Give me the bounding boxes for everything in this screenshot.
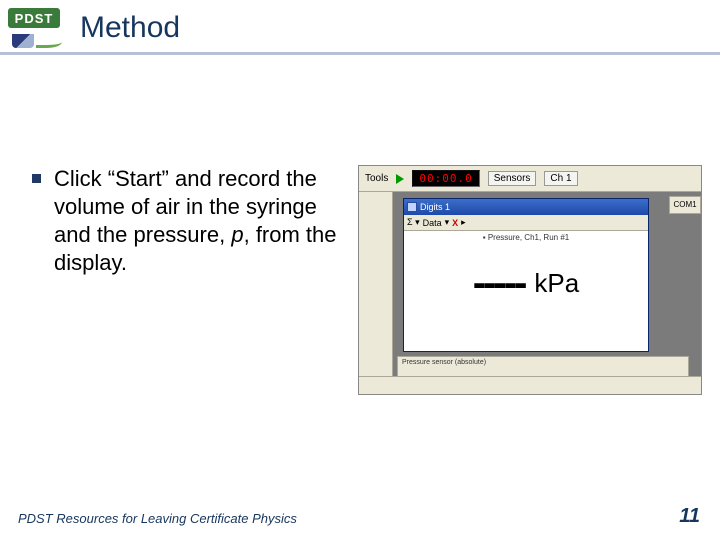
- digits-window: Digits 1 Σ ▾ Data ▾ X ▸ ▪ Pressure, Ch1,…: [403, 198, 649, 352]
- book-icon: [12, 34, 34, 48]
- window-icon: [407, 202, 417, 212]
- app-workspace: COM1 Digits 1 Σ ▾ Data ▾ X ▸ ▪ Pressure,…: [359, 192, 701, 376]
- page-number: 11: [679, 505, 700, 528]
- slide-title: Method: [80, 11, 180, 45]
- slide-header: PDST Method: [0, 0, 720, 48]
- window-title: Digits 1: [420, 202, 450, 212]
- bullet-var: p: [231, 222, 243, 247]
- window-titlebar: Digits 1: [404, 199, 648, 215]
- footer-text: PDST Resources for Leaving Certificate P…: [18, 511, 297, 526]
- reading-display: ----- kPa: [404, 244, 648, 322]
- timer-display: 00:00.0: [412, 170, 479, 187]
- logo-text: PDST: [8, 8, 60, 28]
- sigma-icon[interactable]: Σ ▾: [407, 217, 420, 228]
- legend-text: ▪ Pressure, Ch1, Run #1: [404, 231, 648, 244]
- com-indicator: COM1: [669, 196, 701, 214]
- swoosh-icon: [36, 38, 62, 48]
- sensors-button[interactable]: Sensors: [488, 171, 537, 186]
- app-toolbar: Tools 00:00.0 Sensors Ch 1: [359, 166, 701, 192]
- tools-label: Tools: [365, 173, 388, 184]
- data-button[interactable]: Data: [423, 218, 442, 228]
- status-bar: [359, 376, 701, 394]
- bullet-item: Click “Start” and record the volume of a…: [30, 165, 340, 278]
- start-button-icon[interactable]: [396, 174, 404, 184]
- reading-value: -----: [473, 261, 525, 306]
- bullet-list: Click “Start” and record the volume of a…: [30, 165, 340, 395]
- channel-toggle[interactable]: Ch 1: [544, 171, 577, 186]
- reading-unit: kPa: [534, 268, 579, 299]
- flag-icon[interactable]: ▸: [461, 217, 466, 228]
- slide-body: Click “Start” and record the volume of a…: [0, 55, 720, 395]
- software-screenshot: Tools 00:00.0 Sensors Ch 1 COM1 Digits 1…: [358, 165, 702, 395]
- left-panel: [359, 192, 393, 376]
- pdst-logo: PDST: [8, 8, 66, 48]
- window-toolbar: Σ ▾ Data ▾ X ▸: [404, 215, 648, 231]
- delete-icon[interactable]: X: [452, 218, 458, 228]
